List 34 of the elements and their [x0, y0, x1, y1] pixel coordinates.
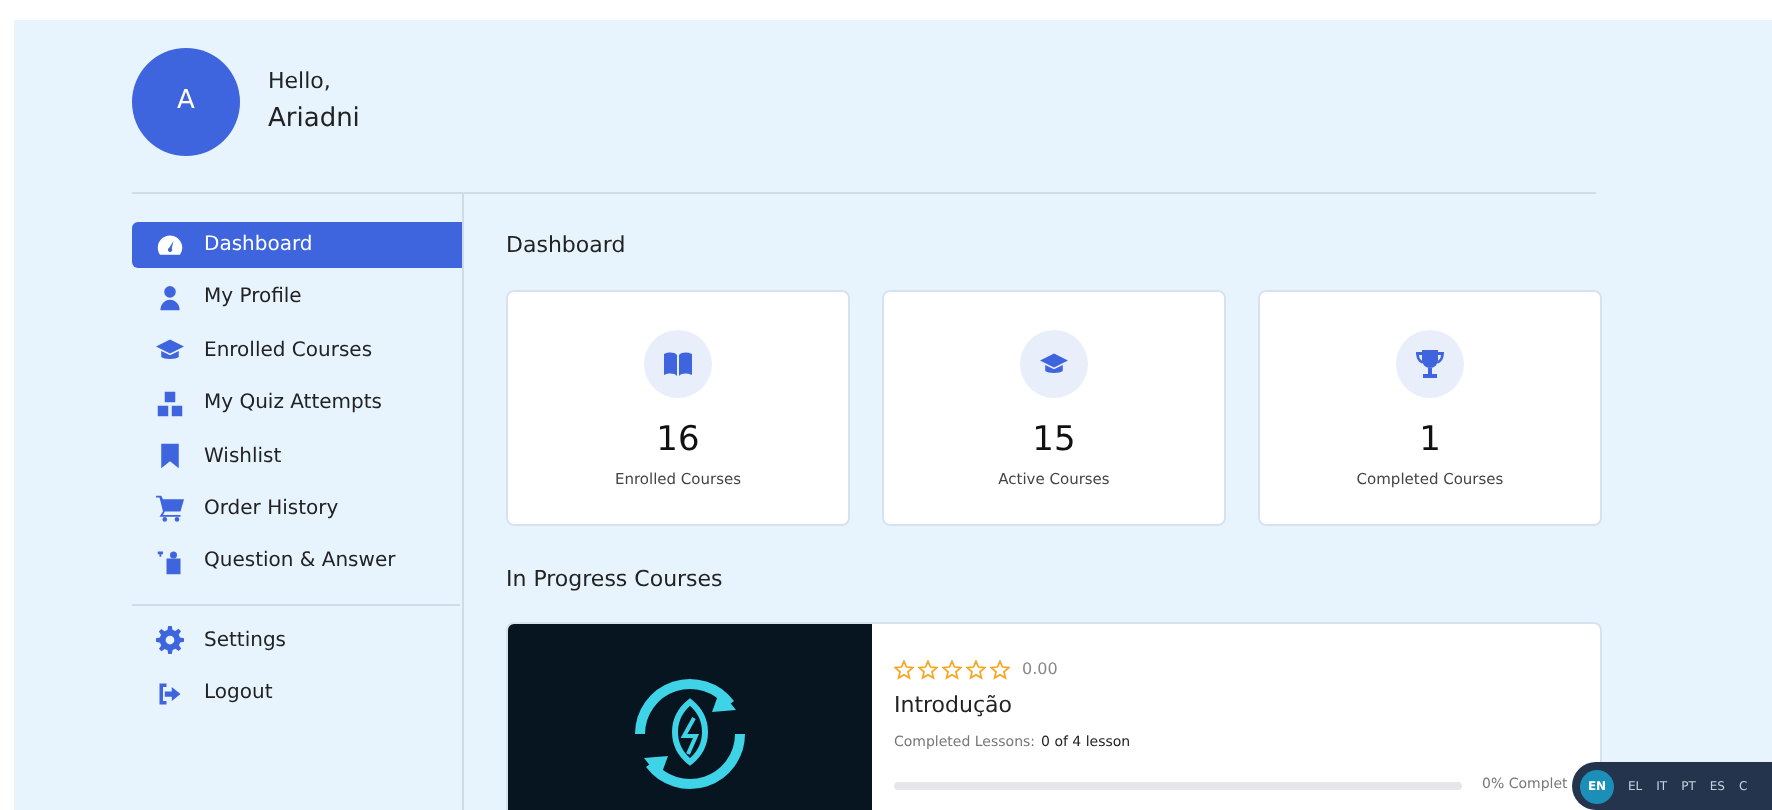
sidebar-item[interactable]: Dashboard — [132, 222, 462, 268]
star-icon — [918, 660, 938, 680]
person-icon — [156, 283, 184, 312]
section-title: In Progress Courses — [506, 564, 725, 596]
star-icon — [966, 660, 986, 680]
sidebar-item[interactable]: Order History — [132, 485, 462, 532]
graduation-cap-icon — [1040, 350, 1068, 378]
greeting: Hello, — [268, 66, 333, 98]
graduation-cap-icon — [156, 336, 184, 365]
stat-value: 15 — [1032, 418, 1076, 462]
settings-icon — [156, 626, 184, 655]
stat-value: 16 — [656, 418, 700, 462]
sidebar-item[interactable]: My Profile — [132, 274, 462, 321]
blocks-icon — [156, 389, 184, 418]
logout-icon — [156, 679, 184, 708]
book-icon — [662, 348, 694, 380]
rating-value: 0.00 — [1022, 658, 1058, 682]
sidebar-item[interactable]: Wishlist — [132, 433, 462, 480]
sidebar-item[interactable]: My Quiz Attempts — [132, 380, 462, 427]
section-title: Dashboard — [506, 230, 628, 262]
sidebar-item[interactable]: Question & Answer — [132, 538, 462, 585]
user-name: Ariadni — [268, 101, 360, 137]
sidebar-item[interactable]: Logout — [132, 670, 462, 717]
trophy-icon — [1414, 348, 1446, 380]
stat-value: 1 — [1419, 418, 1441, 462]
star-icon — [894, 660, 914, 680]
sidebar-item[interactable]: Settings — [132, 617, 462, 664]
star-icon — [990, 660, 1010, 680]
gauge-icon — [156, 231, 184, 259]
course-title[interactable]: Introdução — [894, 692, 1568, 720]
sidebar-item[interactable]: Enrolled Courses — [132, 327, 462, 374]
star-icon — [942, 660, 962, 680]
bookmark-icon — [156, 442, 184, 471]
cart-icon — [156, 494, 184, 523]
